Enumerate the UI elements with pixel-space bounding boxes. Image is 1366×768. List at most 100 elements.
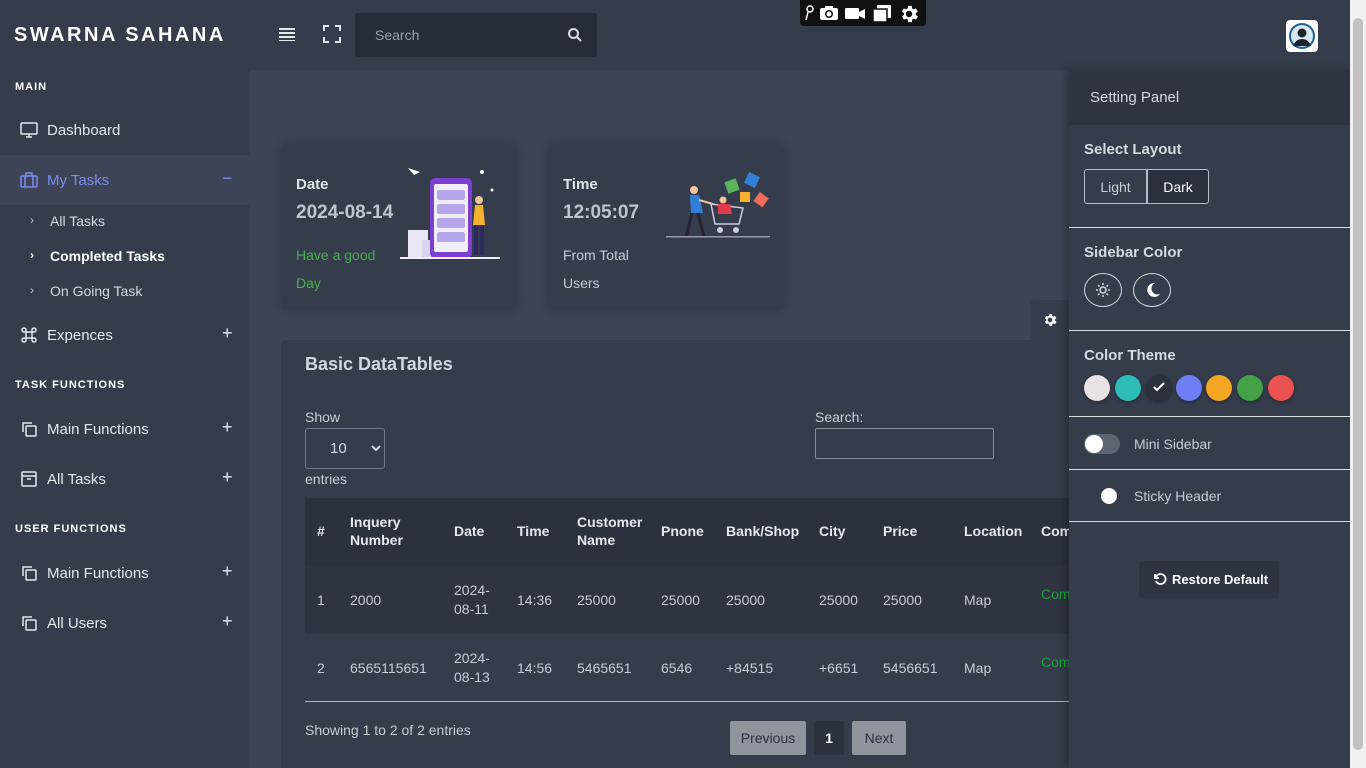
sticky-header-toggle[interactable] — [1101, 488, 1117, 504]
table-row: 1 2000 2024- 08-11 14:36 25000 25000 2500… — [305, 566, 1069, 634]
mini-sidebar-label: Mini Sidebar — [1134, 436, 1212, 452]
fullscreen-icon[interactable] — [321, 23, 343, 45]
sidebar-light-button[interactable] — [1084, 273, 1122, 307]
table-search-input[interactable] — [815, 428, 994, 459]
subitem-completed-tasks[interactable]: › Completed Tasks — [0, 241, 250, 271]
theme-swatch-red[interactable] — [1268, 375, 1294, 401]
top-header: SWARNA SAHANA — [0, 0, 1350, 70]
expand-toggle[interactable]: + — [222, 467, 233, 488]
cell-number: 2 — [317, 660, 325, 676]
gear-icon[interactable] — [898, 3, 920, 23]
theme-swatch-orange[interactable] — [1206, 375, 1232, 401]
column-header[interactable]: Location — [964, 522, 1022, 540]
expand-toggle[interactable]: + — [222, 611, 233, 632]
collapse-toggle[interactable]: − — [222, 168, 233, 189]
video-icon[interactable] — [844, 3, 866, 23]
theme-swatch-dark-selected[interactable] — [1146, 375, 1172, 401]
sidebar-section-title: MAIN — [15, 81, 48, 93]
cell-price: 25000 — [883, 592, 922, 608]
sidebar-dark-button[interactable] — [1133, 273, 1171, 307]
undo-icon — [1153, 572, 1167, 591]
theme-swatch-green[interactable] — [1237, 375, 1263, 401]
next-button[interactable]: Next — [852, 721, 906, 755]
header-search-input[interactable] — [355, 13, 555, 57]
scrollbar-thumb[interactable] — [1353, 18, 1363, 750]
theme-swatch-teal[interactable] — [1115, 375, 1141, 401]
layout-dark-button[interactable]: Dark — [1147, 169, 1209, 204]
date-card: Date 2024-08-14 Have a good Day — [281, 144, 517, 310]
mini-sidebar-toggle[interactable] — [1084, 434, 1120, 454]
page-1-button[interactable]: 1 — [814, 721, 844, 755]
sidebar-item-all-users[interactable]: All Users + — [0, 598, 250, 648]
column-header[interactable]: Inquery Number — [350, 513, 403, 549]
camera-icon[interactable] — [818, 3, 840, 23]
capture-toolbar — [800, 0, 926, 26]
check-icon — [1152, 380, 1166, 399]
expand-toggle[interactable]: + — [222, 417, 233, 438]
menu-icon[interactable] — [277, 23, 299, 45]
column-header[interactable]: City — [819, 522, 845, 540]
column-header[interactable]: Bank/Shop — [726, 522, 799, 540]
theme-swatch-light[interactable] — [1084, 375, 1110, 401]
sidebar-item-all-tasks[interactable]: All Tasks + — [0, 454, 250, 504]
page-scrollbar[interactable] — [1350, 0, 1366, 768]
cell-customer: 5465651 — [577, 660, 632, 676]
card-value: 2024-08-14 — [296, 202, 394, 223]
column-header[interactable]: Customer Name — [577, 513, 642, 549]
search-icon[interactable] — [567, 27, 583, 43]
phone-illustration — [400, 160, 505, 270]
column-header[interactable]: # — [317, 522, 325, 540]
table-info: Showing 1 to 2 of 2 entries — [305, 722, 471, 738]
expand-toggle[interactable]: + — [222, 323, 233, 344]
cell-location-link[interactable]: Map — [964, 591, 991, 610]
cell-bank: +84515 — [726, 660, 774, 676]
sidebar-item-user-main-functions[interactable]: Main Functions + — [0, 548, 250, 598]
expand-toggle[interactable]: + — [222, 561, 233, 582]
sidebar-item-my-tasks[interactable]: My Tasks − — [0, 155, 250, 205]
card-value: 12:05:07 — [563, 202, 640, 223]
subitem-on-going-task[interactable]: › On Going Task — [0, 276, 250, 306]
column-header[interactable]: Price — [883, 522, 917, 540]
pin-icon[interactable] — [803, 3, 817, 23]
divider — [1069, 416, 1350, 417]
subitem-all-tasks[interactable]: › All Tasks — [0, 206, 250, 236]
brand-logo[interactable]: SWARNA SAHANA — [14, 24, 226, 47]
column-header-line1: Inquery — [350, 514, 401, 530]
column-header[interactable]: Time — [517, 522, 549, 540]
previous-button[interactable]: Previous — [730, 721, 806, 755]
divider — [1069, 330, 1350, 331]
cell-location-link[interactable]: Map — [964, 659, 991, 678]
briefcase-icon — [20, 171, 38, 189]
cell-number: 1 — [317, 592, 325, 608]
toggle-knob — [1085, 435, 1103, 453]
restore-default-button[interactable]: Restore Default — [1139, 561, 1279, 598]
window-icon[interactable] — [871, 3, 893, 23]
sidebar-item-label: Main Functions — [47, 565, 149, 582]
sidebar-item-main-functions[interactable]: Main Functions + — [0, 404, 250, 454]
settings-gear-button[interactable] — [1030, 300, 1069, 340]
chevron-right-icon: › — [30, 213, 34, 227]
copy-icon — [20, 614, 38, 632]
copy-icon — [20, 420, 38, 438]
cell-inquery: 2000 — [350, 592, 382, 608]
user-avatar[interactable] — [1286, 20, 1318, 52]
divider — [1069, 227, 1350, 228]
column-header[interactable]: Pnone — [661, 522, 704, 540]
cell-date: 2024- 08-11 — [454, 581, 490, 619]
subitem-label: Completed Tasks — [50, 248, 165, 264]
color-theme-title: Color Theme — [1084, 347, 1176, 364]
restore-default-label: Restore Default — [1172, 572, 1269, 587]
table-header: # Inquery Number Date Time Customer Name P… — [305, 498, 1069, 566]
theme-swatch-blue[interactable] — [1176, 375, 1202, 401]
cell-phone: 25000 — [661, 592, 700, 608]
cell-date-line2: 08-13 — [454, 669, 490, 685]
column-header[interactable]: Date — [454, 522, 484, 540]
chevron-right-icon: › — [30, 248, 34, 262]
column-header[interactable]: Com — [1041, 522, 1069, 540]
sidebar-item-dashboard[interactable]: Dashboard — [0, 105, 250, 155]
card-subtitle-line2: Users — [563, 275, 600, 291]
layout-light-button[interactable]: Light — [1084, 169, 1147, 204]
entries-select[interactable]: 10 — [305, 428, 385, 469]
subitem-label: All Tasks — [50, 213, 105, 229]
sidebar-item-expences[interactable]: Expences + — [0, 310, 250, 360]
